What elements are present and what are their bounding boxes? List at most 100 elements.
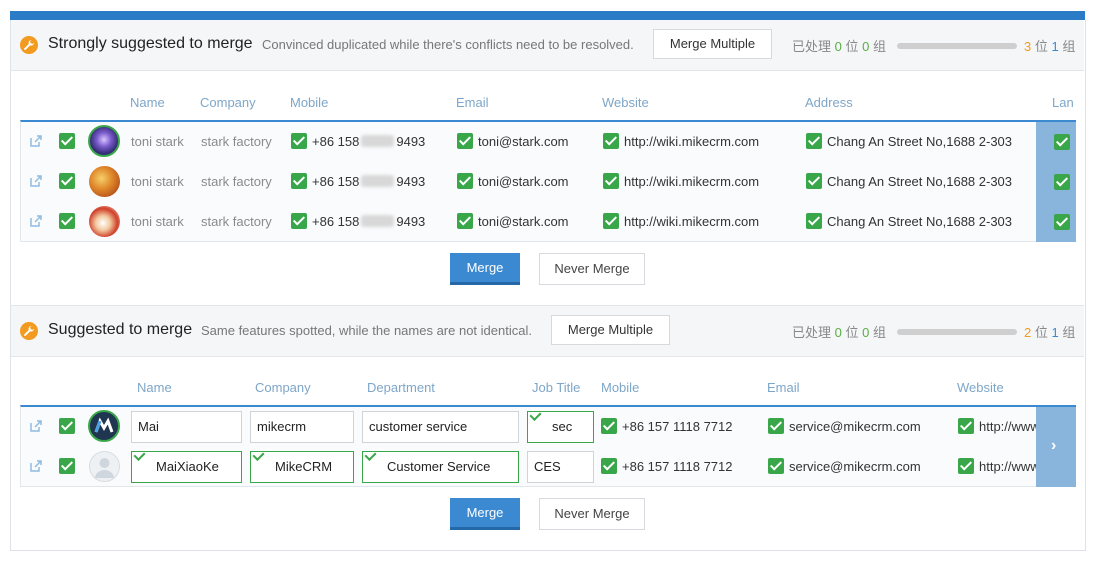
website-value: http://wiki.mikecrm.com	[624, 173, 760, 189]
checkbox-icon	[806, 133, 822, 149]
column-header-name: Name	[130, 95, 165, 110]
merge-multiple-button[interactable]: Merge Multiple	[551, 315, 670, 345]
name-value: MaiXiaoKe	[156, 459, 219, 474]
progress-status: 已处理 0 位 0 组	[792, 39, 887, 54]
website-cell[interactable]: http://wiki.mikecrm.com	[603, 132, 759, 150]
checkbox-icon	[603, 213, 619, 229]
email-cell[interactable]: toni@stark.com	[457, 172, 569, 190]
column-header-mobile: Mobile	[290, 95, 329, 110]
website-cell[interactable]: http://www.mikec	[958, 417, 1036, 435]
company-field[interactable]: MikeCRM	[250, 451, 354, 483]
progress-bar	[897, 329, 1017, 335]
name-field[interactable]: Mai	[131, 411, 242, 443]
column-header-website: Website	[957, 380, 1004, 395]
checkbox-icon	[603, 133, 619, 149]
row-select-checkbox[interactable]	[59, 173, 75, 189]
email-cell[interactable]: toni@stark.com	[457, 212, 569, 230]
address-value: Chang An Street No,1688 2-303	[827, 133, 1013, 149]
mobile-cell[interactable]: +86 158 9493	[291, 132, 425, 150]
external-link-icon[interactable]	[30, 420, 42, 432]
avatar	[89, 451, 120, 482]
checkbox-icon	[601, 458, 617, 474]
merge-button[interactable]: Merge	[450, 498, 520, 530]
column-header-landline: Lan	[1052, 95, 1074, 110]
name-value: toni stark	[131, 213, 184, 229]
website-cell[interactable]: http://wiki.mikecrm.com	[603, 212, 759, 230]
progress-total: 3 位 1 组	[1024, 39, 1076, 54]
checkbox-icon	[291, 213, 307, 229]
column-header-company: Company	[200, 95, 256, 110]
mobile-cell[interactable]: +86 158 9493	[291, 172, 425, 190]
name-field[interactable]: MaiXiaoKe	[131, 451, 242, 483]
merge-multiple-button[interactable]: Merge Multiple	[653, 29, 772, 59]
email-value: toni@stark.com	[478, 133, 569, 149]
mobile-cell[interactable]: +86 158 9493	[291, 212, 425, 230]
section-title: Strongly suggested to merge	[48, 35, 253, 52]
section-description: Convinced duplicated while there's confl…	[262, 37, 634, 52]
checkbox-icon	[1054, 134, 1070, 150]
row-select-checkbox[interactable]	[59, 458, 75, 474]
address-cell[interactable]: Chang An Street No,1688 2-303	[806, 132, 1012, 150]
email-cell[interactable]: service@mikecrm.com	[768, 457, 921, 475]
company-field[interactable]: mikecrm	[250, 411, 354, 443]
mobile-cell[interactable]: +86 157 1118 7712	[601, 417, 733, 435]
horizontal-scroll-pane[interactable]: ›	[1036, 407, 1076, 487]
external-link-icon[interactable]	[30, 175, 42, 187]
mobile-value: +86 157 1118 7712	[622, 418, 733, 434]
row-select-checkbox[interactable]	[59, 133, 75, 149]
address-value: Chang An Street No,1688 2-303	[827, 173, 1013, 189]
column-header-department: Department	[367, 380, 435, 395]
department-field[interactable]: customer service	[362, 411, 519, 443]
address-cell[interactable]: Chang An Street No,1688 2-303	[806, 172, 1012, 190]
email-cell[interactable]: toni@stark.com	[457, 132, 569, 150]
row-select-checkbox[interactable]	[59, 213, 75, 229]
selected-check-icon	[252, 452, 265, 462]
redacted-digits	[361, 215, 395, 227]
row-select-checkbox[interactable]	[59, 418, 75, 434]
email-value: toni@stark.com	[478, 173, 569, 189]
external-link-icon[interactable]	[30, 460, 42, 472]
website-cell[interactable]: http://wiki.mikecrm.com	[603, 172, 759, 190]
job-title-field[interactable]: CES	[527, 451, 594, 483]
external-link-icon[interactable]	[30, 215, 42, 227]
section-description: Same features spotted, while the names a…	[201, 323, 532, 338]
mobile-suffix: 9493	[396, 133, 426, 149]
checkbox-icon	[806, 213, 822, 229]
checkbox-icon	[457, 213, 473, 229]
department-field[interactable]: Customer Service	[362, 451, 519, 483]
chevron-right-icon[interactable]: ›	[1051, 437, 1056, 455]
checkbox-icon	[457, 173, 473, 189]
checkbox-icon	[1054, 214, 1070, 230]
company-value: MikeCRM	[275, 459, 333, 474]
avatar	[89, 206, 120, 237]
address-value: Chang An Street No,1688 2-303	[827, 213, 1013, 229]
mobile-value: +86 158	[312, 133, 360, 149]
checkbox-icon	[958, 418, 974, 434]
wrench-icon	[20, 36, 38, 54]
avatar	[89, 166, 120, 197]
merge-button[interactable]: Merge	[450, 253, 520, 285]
progress-bar	[897, 43, 1017, 49]
external-link-icon[interactable]	[30, 135, 42, 147]
never-merge-button[interactable]: Never Merge	[539, 253, 645, 285]
mobile-suffix: 9493	[396, 173, 426, 189]
redacted-digits	[361, 135, 395, 147]
mikecrm-logo-icon	[94, 417, 114, 433]
website-cell[interactable]: http://www.mikec	[958, 457, 1036, 475]
address-cell[interactable]: Chang An Street No,1688 2-303	[806, 212, 1012, 230]
company-value: stark factory	[201, 173, 272, 189]
job-title-field[interactable]: sec	[527, 411, 594, 443]
horizontal-scroll-pane[interactable]	[1036, 122, 1076, 242]
email-cell[interactable]: service@mikecrm.com	[768, 417, 921, 435]
checkbox-icon	[291, 133, 307, 149]
column-header-email: Email	[456, 95, 489, 110]
checkbox-icon	[768, 418, 784, 434]
mobile-cell[interactable]: +86 157 1118 7712	[601, 457, 733, 475]
checkbox-icon	[958, 458, 974, 474]
column-header-mobile: Mobile	[601, 380, 640, 395]
section-header-suggested: Suggested to merge Same features spotted…	[11, 305, 1084, 357]
checkbox-icon	[601, 418, 617, 434]
checkbox-icon	[806, 173, 822, 189]
job-title-value: sec	[552, 419, 573, 434]
never-merge-button[interactable]: Never Merge	[539, 498, 645, 530]
